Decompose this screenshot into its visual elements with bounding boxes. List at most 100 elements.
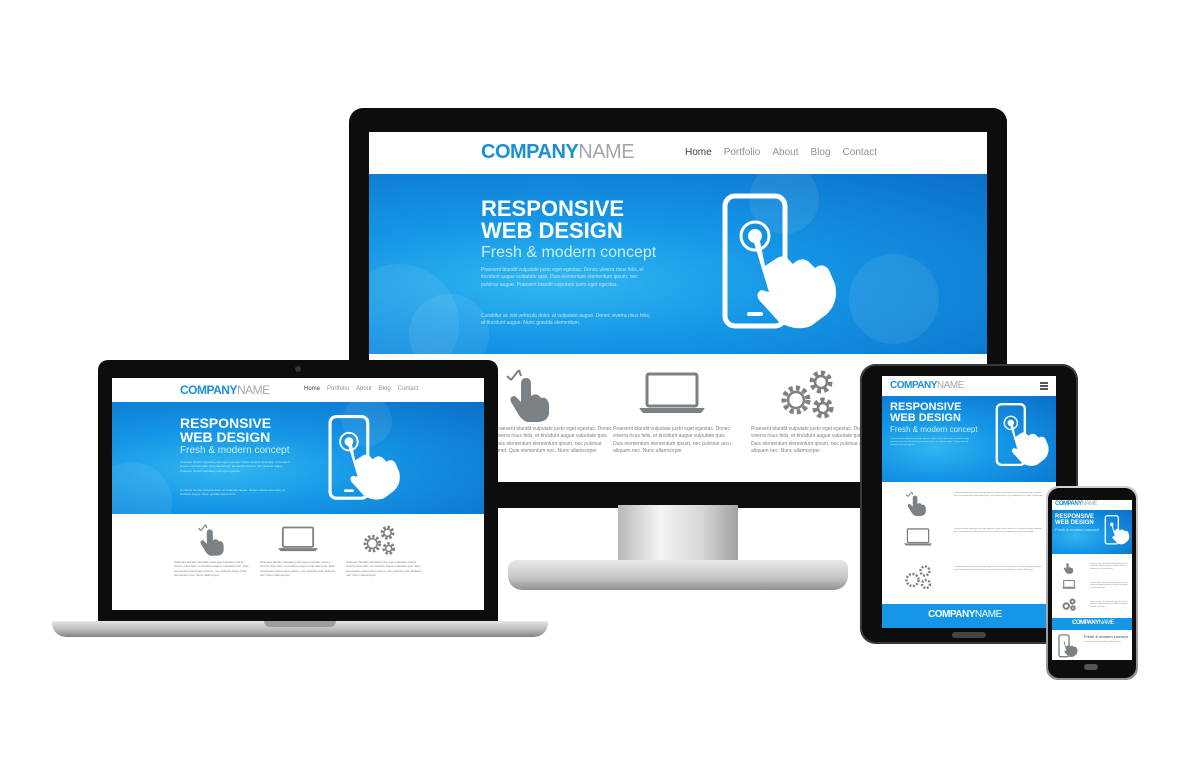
logo-name: NAME — [936, 380, 964, 391]
hero-paragraph: Praesent blandit vulputate justo eget eg… — [890, 438, 970, 446]
nav-about[interactable]: About — [772, 147, 798, 158]
footer-logo-company: COMPANY — [1072, 620, 1099, 626]
logo[interactable]: COMPANYNAME — [481, 141, 635, 164]
footer-banner: COMPANYNAME — [882, 604, 1056, 628]
feature-text-1: Praesent blandit vulputate justo eget eg… — [1090, 562, 1128, 570]
hero-title-line2: WEB DESIGN — [481, 218, 623, 243]
tablet-screen: COMPANYNAME RESPONSIVE WEB DESIGN Fresh &… — [882, 376, 1056, 628]
logo-company: COMPANY — [481, 141, 579, 163]
laptop-screen: COMPANYNAME Home Portfolio About Blog Co… — [112, 378, 484, 610]
logo-name: NAME — [236, 383, 270, 397]
logo-company: COMPANY — [180, 383, 237, 397]
hero-title: RESPONSIVE WEB DESIGN — [481, 198, 624, 242]
phone-screen: COMPANYNAME RESPONSIVE WEB DESIGN Fresh &… — [1052, 500, 1132, 660]
phone: COMPANYNAME RESPONSIVE WEB DESIGN Fresh &… — [1046, 486, 1138, 680]
feature-text-1: Praesent blandit vulputate justo eget eg… — [495, 426, 613, 454]
feature-text-3: Praesent blandit vulputate justo eget eg… — [954, 566, 1042, 571]
site-header: COMPANYNAME Home Portfolio About Blog Co… — [112, 378, 484, 402]
feature-text-2: Praesent blandit vulputate justo eget eg… — [613, 426, 731, 454]
hero-title-line1: RESPONSIVE — [481, 196, 625, 221]
gears-icon — [1062, 598, 1076, 611]
hero-title: RESPONSIVE WEB DESIGN — [1055, 514, 1094, 526]
hero-subtitle: Fresh & modern concept — [481, 244, 657, 261]
phone-touch-icon — [328, 414, 400, 500]
footer-logo-name: NAME — [1098, 620, 1115, 626]
hero-banner: RESPONSIVE WEB DESIGN Fresh & modern conc… — [112, 402, 484, 514]
monitor-base — [508, 560, 848, 590]
logo-company: COMPANY — [1055, 501, 1082, 507]
nav-home[interactable]: Home — [685, 147, 712, 158]
laptop: COMPANYNAME Home Portfolio About Blog Co… — [98, 360, 498, 622]
hero-banner: RESPONSIVE WEB DESIGN Fresh & modern conc… — [369, 174, 987, 354]
logo-name: NAME — [578, 141, 635, 163]
hero-paragraph: Praesent blandit vulputate justo eget eg… — [481, 267, 644, 288]
feature-text-1: Praesent blandit vulputate justo eget eg… — [174, 560, 249, 578]
feature-text-2: Praesent blandit vulputate justo eget eg… — [1090, 581, 1128, 589]
touch-hand-icon — [506, 369, 549, 422]
touch-hand-icon — [1063, 563, 1074, 574]
gears-icon — [781, 370, 834, 419]
hero-title-line1: RESPONSIVE — [180, 415, 272, 431]
phone-touch-icon — [722, 193, 836, 329]
laptop-icon — [639, 372, 705, 413]
hero-paragraph-2: Curabitur ac nisi vehicula dolor, at vul… — [180, 488, 285, 497]
laptop-camera — [295, 366, 301, 372]
hero-title-line2: WEB DESIGN — [890, 412, 961, 424]
footer-logo: COMPANYNAME — [1072, 620, 1115, 626]
hero-banner: RESPONSIVE WEB DESIGN Fresh & modern conc… — [882, 396, 1056, 482]
main-nav: Home Portfolio About Blog Contact — [304, 386, 418, 392]
logo[interactable]: COMPANYNAME — [180, 383, 270, 397]
nav-blog[interactable]: Blog — [811, 147, 831, 158]
hero-subtitle: Fresh & modern concept — [1055, 527, 1099, 532]
nav-blog[interactable]: Blog — [379, 386, 391, 392]
nav-contact[interactable]: Contact — [843, 147, 877, 158]
features-list: Praesent blandit vulputate justo eget eg… — [1052, 554, 1132, 618]
hero-title-line2: WEB DESIGN — [180, 429, 271, 445]
nav-portfolio[interactable]: Portfolio — [327, 386, 349, 392]
nav-home[interactable]: Home — [304, 386, 320, 392]
touch-hand-icon — [197, 524, 224, 556]
feature-text-2: Praesent blandit vulputate justo eget eg… — [260, 560, 336, 578]
laptop-icon — [904, 528, 932, 546]
laptop-icon — [1062, 580, 1076, 589]
features-list: Praesent blandit vulputate justo eget eg… — [882, 482, 1056, 600]
hero-subtitle: Fresh & modern concept — [180, 445, 290, 456]
hero-title-line2: WEB DESIGN — [1055, 520, 1094, 526]
hero-paragraph-2: Curabitur ac nisi vehicula dolor, at vul… — [481, 313, 651, 327]
footer-logo-company: COMPANY — [928, 609, 975, 620]
promo-text: Curabitur ac nisi vehicula dolor, at vul… — [1084, 640, 1128, 644]
nav-portfolio[interactable]: Portfolio — [724, 147, 761, 158]
hero-subtitle: Fresh & modern concept — [890, 425, 978, 434]
tablet-home-button[interactable] — [952, 632, 986, 638]
monitor-neck — [618, 505, 738, 565]
phone-touch-icon — [1058, 634, 1078, 658]
touch-hand-icon — [905, 491, 926, 516]
laptop-icon — [278, 526, 318, 552]
footer-logo-name: NAME — [974, 609, 1002, 620]
footer-banner: COMPANYNAME — [1052, 618, 1132, 630]
gears-icon — [363, 525, 396, 555]
nav-about[interactable]: About — [356, 386, 372, 392]
promo-strip: Fresh & modern concept Curabitur ac nisi… — [1052, 630, 1132, 660]
phone-touch-icon — [995, 403, 1049, 467]
logo-name: NAME — [1081, 501, 1098, 507]
laptop-notch — [264, 621, 336, 627]
site-header: COMPANYNAME — [1052, 500, 1132, 510]
phone-home-button[interactable] — [1084, 664, 1098, 670]
hero-title: RESPONSIVE WEB DESIGN — [890, 402, 962, 424]
logo[interactable]: COMPANYNAME — [890, 380, 964, 391]
hero-title: RESPONSIVE WEB DESIGN — [180, 416, 271, 444]
nav-contact[interactable]: Contact — [398, 386, 419, 392]
feature-text-3: Praesent blandit vulputate justo eget eg… — [1090, 600, 1128, 608]
logo[interactable]: COMPANYNAME — [1055, 501, 1098, 507]
footer-logo: COMPANYNAME — [928, 609, 1002, 620]
feature-text-3: Praesent blandit vulputate justo eget eg… — [346, 560, 422, 578]
feature-text-3: Praesent blandit vulputate justo eget eg… — [751, 426, 869, 454]
site-header: COMPANYNAME Home Portfolio About Blog Co… — [369, 132, 987, 174]
features-row: Praesent blandit vulputate justo eget eg… — [112, 514, 484, 610]
hero-paragraph: Praesent blandit vulputate justo eget eg… — [180, 460, 290, 473]
menu-icon[interactable] — [1040, 382, 1048, 390]
logo-company: COMPANY — [890, 380, 937, 391]
site-header: COMPANYNAME — [882, 376, 1056, 396]
phone-touch-icon — [1104, 515, 1130, 545]
